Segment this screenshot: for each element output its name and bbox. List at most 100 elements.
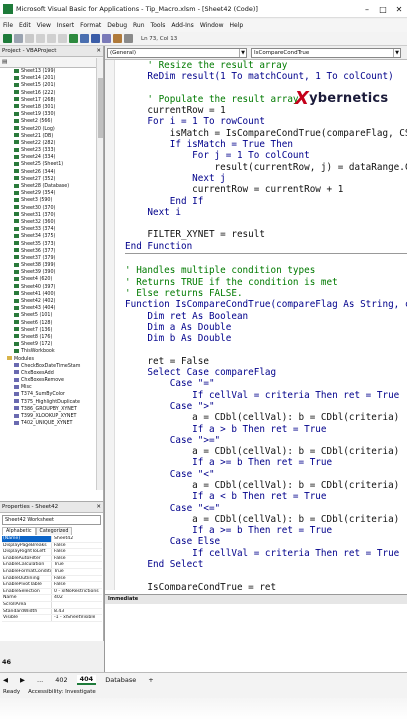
tree-item[interactable]: Sheet22 (282) <box>0 140 96 147</box>
code-line[interactable]: If cellVal = criteria Then ret = True <box>125 390 407 401</box>
property-row[interactable]: EnableFormatConditio True <box>2 568 102 576</box>
excel-view-icon[interactable] <box>3 34 12 43</box>
tree-item[interactable]: T375_HighlightDuplicate <box>0 399 96 406</box>
pause-icon[interactable] <box>80 34 89 43</box>
property-row[interactable]: EnableAutoFilter False <box>2 555 102 563</box>
code-line[interactable]: ReDim result(1 To matchCount, 1 To colCo… <box>125 71 407 82</box>
object-dropdown[interactable]: (General) ▼ <box>107 47 247 58</box>
property-value[interactable]: False <box>52 549 66 555</box>
menu-help[interactable]: Help <box>229 22 243 29</box>
code-line[interactable]: Case ">=" <box>125 435 407 446</box>
add-sheet-button[interactable]: + <box>145 676 156 684</box>
tree-item[interactable]: Sheet13 (199) <box>0 68 96 75</box>
code-line[interactable]: If a >= b Then ret = True <box>125 457 407 468</box>
code-line[interactable]: currentRow = currentRow + 1 <box>125 184 407 195</box>
property-row[interactable]: EnablePivotTable False <box>2 582 102 589</box>
tree-item[interactable]: Sheet32 (360) <box>0 219 96 226</box>
code-line[interactable]: isMatch = IsCompareCondTrue(compareFlag,… <box>125 128 407 139</box>
close-icon[interactable]: ✕ <box>96 504 101 510</box>
property-row[interactable]: EnableCalculation True <box>2 562 102 569</box>
menu-addins[interactable]: Add-Ins <box>171 22 193 29</box>
tree-item[interactable]: Sheet8 (176) <box>0 334 96 341</box>
tree-item[interactable]: Sheet2 (566) <box>0 118 96 125</box>
code-margin[interactable] <box>105 60 115 590</box>
cut-icon[interactable] <box>36 34 45 43</box>
code-line[interactable]: Dim a As Double <box>125 322 407 333</box>
tree-item[interactable]: ChxBoxesAdd <box>0 370 96 377</box>
close-icon[interactable]: ✕ <box>96 48 101 54</box>
menu-insert[interactable]: Insert <box>57 22 74 29</box>
code-line[interactable] <box>125 570 407 581</box>
property-value[interactable]: 402 <box>52 595 63 601</box>
code-line[interactable]: If a >= b Then ret = True <box>125 525 407 536</box>
tree-item[interactable]: Sheet17 (268) <box>0 97 96 104</box>
tree-item[interactable]: Sheet42 (402) <box>0 298 96 305</box>
code-line[interactable]: If isMatch = True Then <box>125 139 407 150</box>
menu-file[interactable]: File <box>3 22 13 29</box>
tree-item[interactable]: Sheet7 (136) <box>0 327 96 334</box>
tree-item[interactable]: Misc <box>0 384 96 391</box>
code-line[interactable]: ret = False <box>125 356 407 367</box>
tree-item[interactable]: Sheet27 (352) <box>0 176 96 183</box>
tree-item[interactable]: Sheet41 (400) <box>0 291 96 298</box>
tree-item[interactable]: Sheet24 (334) <box>0 154 96 161</box>
code-line[interactable]: ' Returns TRUE if the condition is met <box>125 277 407 288</box>
tree-item[interactable]: T399_XLOOKUP_XYNET <box>0 413 96 420</box>
property-value[interactable]: True <box>52 562 64 568</box>
insert-module-icon[interactable] <box>14 34 23 43</box>
property-row[interactable]: EnableOutlining False <box>2 575 102 583</box>
object-selector[interactable]: Sheet42 Worksheet <box>2 515 101 525</box>
tree-item[interactable]: Sheet33 (374) <box>0 226 96 233</box>
tree-item[interactable]: T402_UNIQUE_XYNET <box>0 420 96 427</box>
tree-item[interactable]: Sheet16 (222) <box>0 90 96 97</box>
tab-categorized[interactable]: Categorized <box>35 527 73 535</box>
tree-item[interactable]: Sheet40 (397) <box>0 284 96 291</box>
tree-item[interactable]: Sheet38 (399) <box>0 262 96 269</box>
property-row[interactable]: Name 402 <box>2 595 102 602</box>
immediate-window[interactable]: Immediate <box>104 594 407 672</box>
property-row[interactable]: EnableSelection 0 - xlNoRestrictions <box>2 588 102 596</box>
accessibility-status[interactable]: Accessibility: Investigate <box>28 689 96 695</box>
sheet-tab-402[interactable]: 402 <box>52 676 70 684</box>
tree-item[interactable]: CheckBoxDateTimeStam <box>0 363 96 370</box>
code-line[interactable] <box>125 218 407 229</box>
tree-item[interactable]: Sheet28 (Database) <box>0 183 96 190</box>
sheet-nav-right-icon[interactable]: ▶ <box>17 676 28 684</box>
code-line[interactable]: Case "<" <box>125 469 407 480</box>
project-explorer-icon[interactable] <box>113 34 122 43</box>
property-value[interactable]: False <box>52 556 66 562</box>
chevron-down-icon[interactable]: ▼ <box>393 48 400 57</box>
property-row[interactable]: Visible -1 - xlSheetVisible <box>2 615 102 622</box>
tree-item[interactable]: Sheet26 (344) <box>0 169 96 176</box>
property-value[interactable]: 0 - xlNoRestrictions <box>52 589 99 595</box>
code-line[interactable] <box>125 253 407 264</box>
tree-item[interactable]: Sheet36 (377) <box>0 248 96 255</box>
tab-alphabetic[interactable]: Alphabetic <box>2 527 36 535</box>
property-value[interactable]: False <box>52 576 66 582</box>
menu-view[interactable]: View <box>37 22 51 29</box>
menu-format[interactable]: Format <box>80 22 101 29</box>
property-row[interactable]: ScrollArea <box>2 601 102 609</box>
tree-item[interactable]: Sheet15 (201) <box>0 82 96 89</box>
paste-icon[interactable] <box>58 34 67 43</box>
project-scrollbar[interactable] <box>96 58 103 490</box>
tree-item[interactable]: Sheet18 (301) <box>0 104 96 111</box>
property-value[interactable]: Sheet42 <box>52 536 73 542</box>
code-line[interactable]: If a > b Then ret = True <box>125 424 407 435</box>
property-row[interactable]: DisplayRightToLeft False <box>2 549 102 556</box>
tree-item[interactable]: Sheet35 (373) <box>0 241 96 248</box>
chevron-down-icon[interactable]: ▼ <box>239 48 246 57</box>
tree-item[interactable]: Sheet20 (Log) <box>0 126 96 133</box>
code-editor[interactable]: ' Resize the result array ReDim result(1… <box>125 60 407 590</box>
code-line[interactable]: If a < b Then ret = True <box>125 491 407 502</box>
tree-item[interactable]: Sheet5 (101) <box>0 312 96 319</box>
tree-item[interactable]: Sheet30 (370) <box>0 205 96 212</box>
code-line[interactable]: ' Else returns FALSE. <box>125 288 407 299</box>
save-icon[interactable] <box>25 34 34 43</box>
procedure-dropdown[interactable]: IsCompareCondTrue ▼ <box>251 47 401 58</box>
property-value[interactable] <box>52 602 54 608</box>
property-row[interactable]: DisplayPageBreaks False <box>2 542 102 550</box>
code-line[interactable]: IsCompareCondTrue = ret <box>125 582 407 590</box>
code-line[interactable]: Case "=" <box>125 378 407 389</box>
tree-item[interactable]: Sheet34 (375) <box>0 233 96 240</box>
